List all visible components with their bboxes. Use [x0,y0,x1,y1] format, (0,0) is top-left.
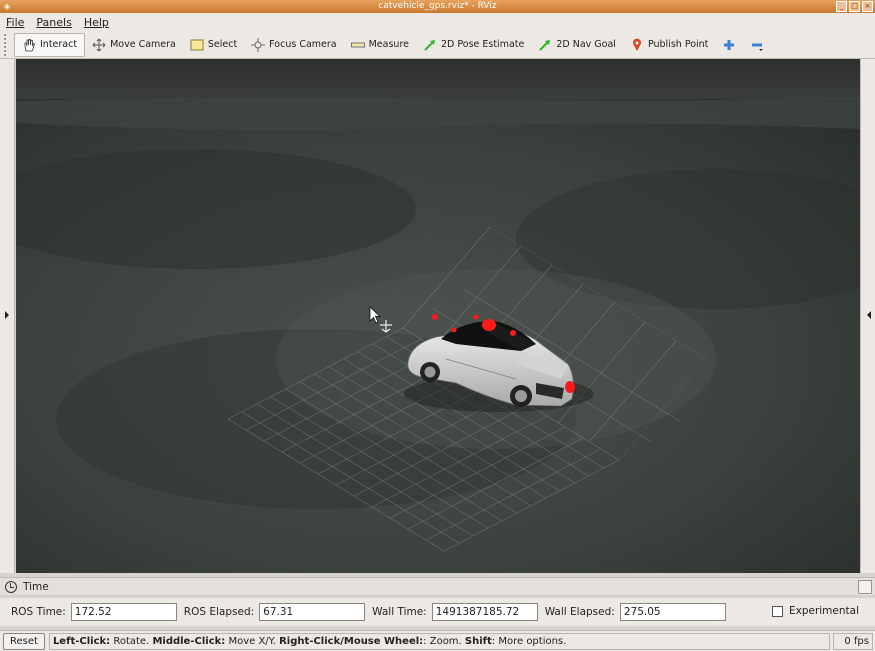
add-tool-button[interactable] [715,33,743,57]
nav-arrow-icon [538,38,552,52]
move-camera-icon [92,38,106,52]
sky-band [16,59,860,101]
menu-bar: File Panels Help [0,13,875,31]
reset-button[interactable]: Reset [3,632,45,650]
scene-svg [16,59,860,573]
minimize-button[interactable]: _ [836,1,847,12]
map-pin-icon [630,38,644,52]
window-titlebar: ◈ catvehicle_gps.rviz* - RViz _ □ × [0,0,875,13]
hint-middle-text: Move X/Y. [225,635,280,647]
close-button[interactable]: × [862,1,873,12]
move-camera-label: Move Camera [110,39,176,50]
measure-label: Measure [368,39,409,50]
front-wheel-rim [515,390,527,402]
ros-time-field[interactable] [70,603,177,621]
left-dock-strip[interactable] [0,59,15,573]
select-icon [190,38,204,52]
time-panel-body: ROS Time: ROS Elapsed: Wall Time: Wall E… [0,598,875,626]
publish-point-label: Publish Point [647,39,709,50]
menu-file[interactable]: File [6,16,24,29]
hint-shift-key: Shift [464,635,492,647]
hint-left-key: Left-Click: [52,635,111,647]
pose-estimate-label: 2D Pose Estimate [440,39,525,50]
tools-toolbar: Interact Move Camera Select Focus Camera… [0,31,875,59]
window-menu-icon[interactable]: ◈ [4,0,10,13]
undock-button[interactable] [858,580,872,594]
menu-help[interactable]: Help [84,16,109,29]
wall-time-label: Wall Time: [372,606,427,618]
right-dock-strip[interactable] [860,59,875,573]
ros-elapsed-label: ROS Elapsed: [183,606,255,618]
interact-label: Interact [40,39,78,50]
remove-tool-button[interactable] [743,33,771,57]
hint-right-key: Right-Click/Mouse Wheel: [279,635,424,647]
hint-middle-key: Middle-Click: [152,635,226,647]
move-camera-tool[interactable]: Move Camera [85,33,183,57]
gps-marker [473,314,479,320]
experimental-label: Experimental [788,605,859,617]
gps-marker [510,330,516,336]
status-hint: Left-Click: Rotate. Middle-Click: Move X… [48,632,830,650]
interact-tool[interactable]: Interact [14,32,86,57]
select-tool[interactable]: Select [183,33,244,57]
maximize-button[interactable]: □ [849,1,860,12]
toolbar-grip[interactable] [4,33,10,56]
gps-marker [451,327,457,333]
hint-left-text: Rotate. [110,635,153,647]
hint-shift-text: : More options. [491,635,567,647]
menu-panels[interactable]: Panels [36,16,71,29]
time-panel-header: Time [0,577,875,595]
gps-marker [482,319,496,331]
focus-camera-tool[interactable]: Focus Camera [244,33,343,57]
plus-icon [722,38,736,52]
measure-tool[interactable]: Measure [344,33,416,57]
gps-marker [432,314,438,320]
clock-icon [5,580,17,593]
hint-right-text: : Zoom. [423,635,465,647]
focus-camera-icon [251,37,266,52]
window-title: catvehicle_gps.rviz* - RViz [378,1,497,11]
hand-icon [22,38,36,52]
fps-readout: 0 fps [833,632,873,650]
green-arrow-icon [423,38,437,52]
rear-wheel-rim [424,366,436,378]
expand-left-icon[interactable] [5,311,9,319]
render-viewport[interactable] [16,59,860,573]
ros-time-label: ROS Time: [11,606,66,618]
wall-elapsed-field[interactable] [619,603,726,621]
experimental-toggle[interactable]: Experimental [771,605,859,617]
ros-elapsed-field[interactable] [259,603,366,621]
wall-time-field[interactable] [431,603,538,621]
expand-right-icon[interactable] [867,311,871,319]
status-bar: Reset Left-Click: Rotate. Middle-Click: … [0,630,875,651]
nav-goal-label: 2D Nav Goal [556,39,616,50]
experimental-checkbox[interactable] [771,605,783,617]
publish-point-tool[interactable]: Publish Point [623,33,715,57]
window-controls: _ □ × [836,1,873,12]
focus-camera-label: Focus Camera [269,39,337,50]
time-panel-title: Time [23,580,49,593]
nav-goal-tool[interactable]: 2D Nav Goal [531,33,623,57]
pose-estimate-tool[interactable]: 2D Pose Estimate [416,33,531,57]
gps-marker [565,381,575,393]
minus-icon [750,38,764,52]
wall-elapsed-label: Wall Elapsed: [544,606,615,618]
ruler-icon [350,38,365,52]
select-label: Select [207,39,238,50]
